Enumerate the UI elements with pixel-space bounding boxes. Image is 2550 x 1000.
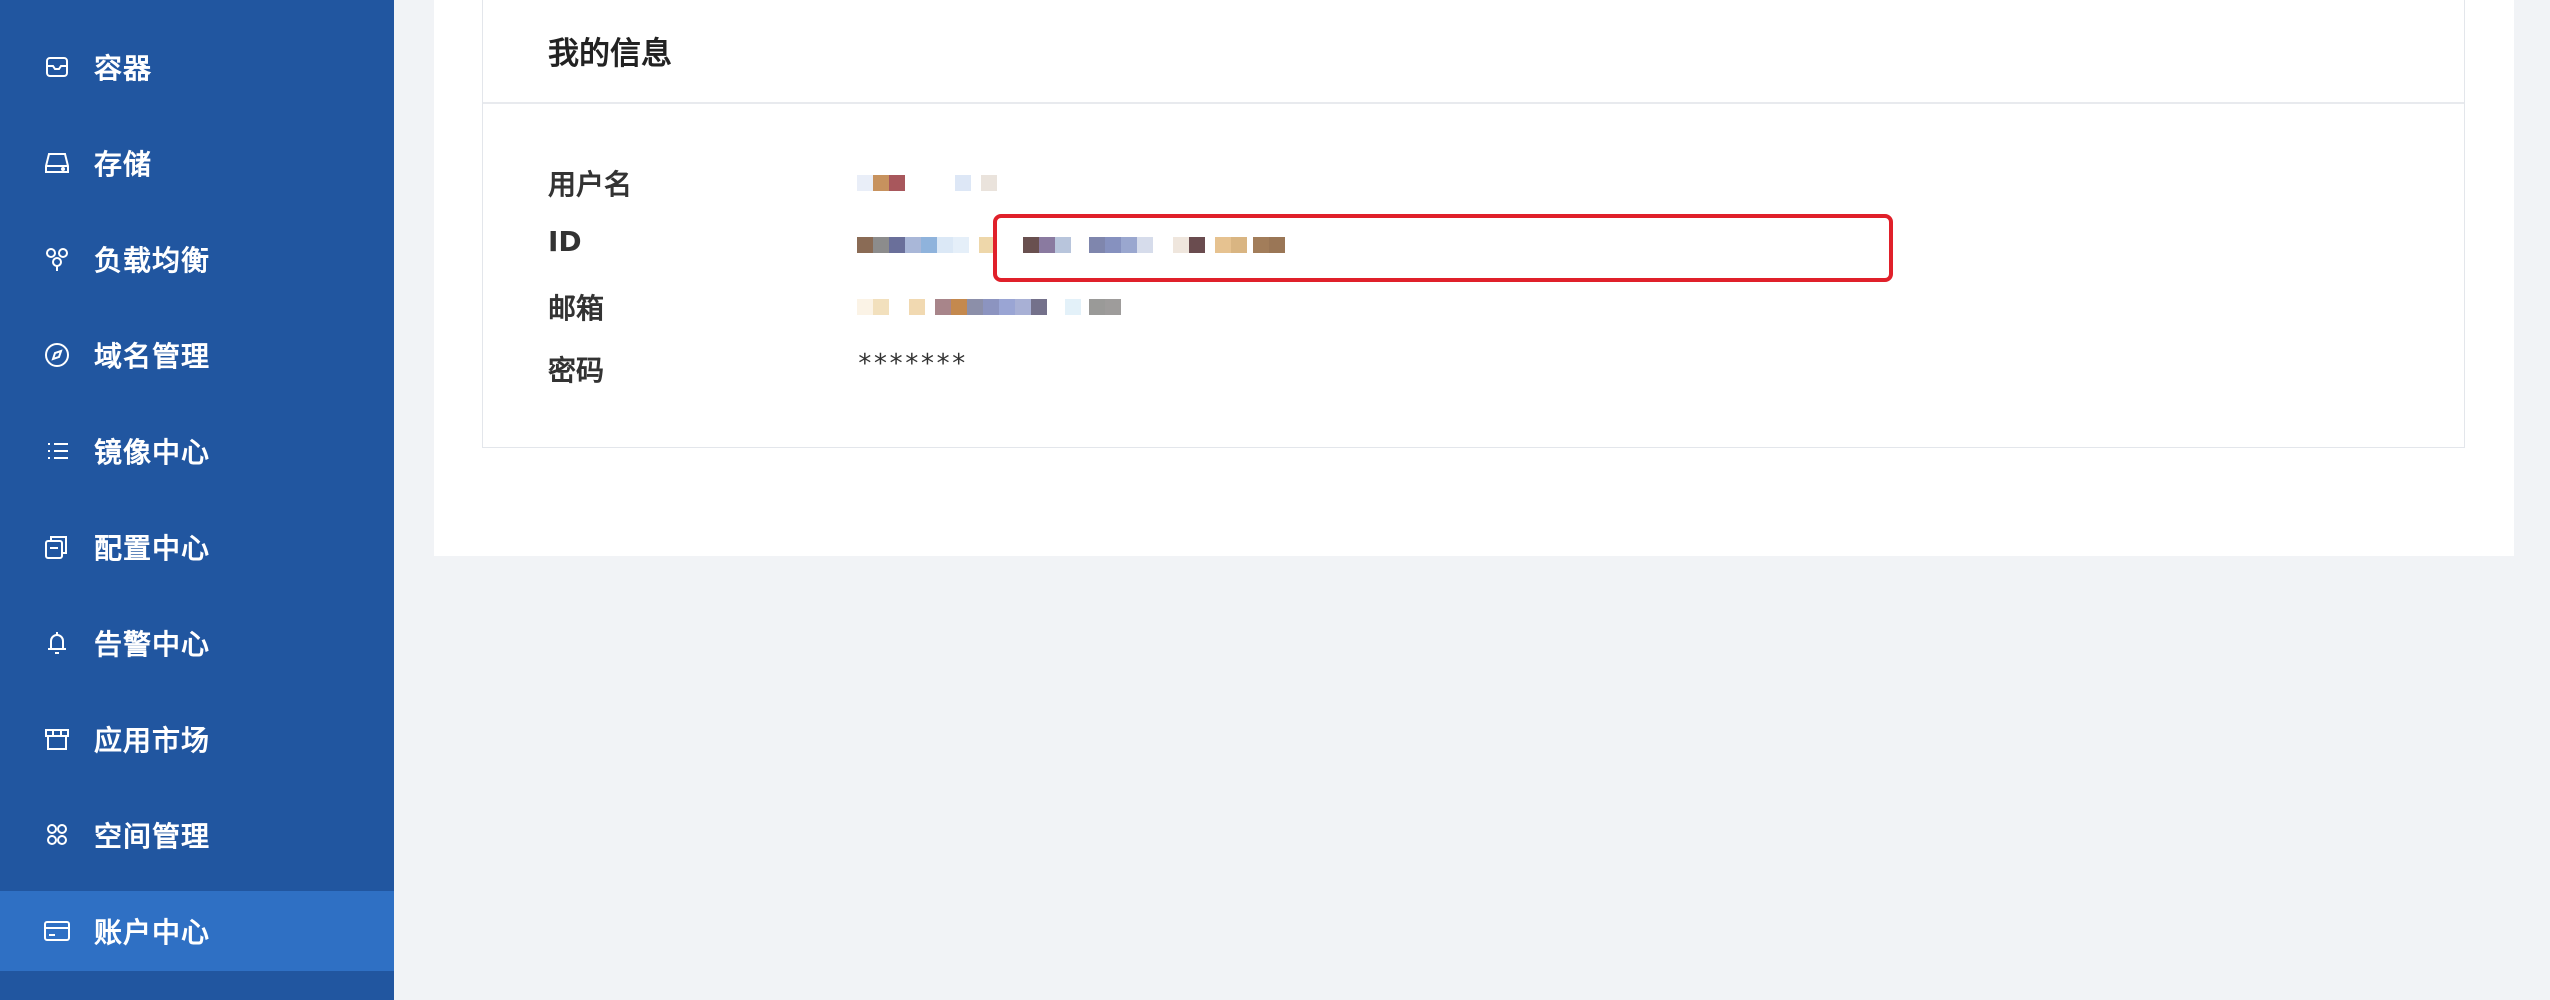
sidebar-item-label: 存储 <box>94 148 153 181</box>
sidebar-item-spaces[interactable]: 空间管理 <box>0 795 394 875</box>
page-title: 我的信息 <box>548 36 672 72</box>
username-label: 用户名 <box>548 168 633 201</box>
config-icon <box>40 530 74 564</box>
sidebar-item-label: 域名管理 <box>94 340 211 373</box>
id-highlight-box <box>993 214 1893 282</box>
storage-icon <box>40 146 74 180</box>
container-icon <box>40 50 74 84</box>
card-icon <box>40 914 74 948</box>
sidebar-item-label: 配置中心 <box>94 532 211 565</box>
sidebar-item-label: 空间管理 <box>94 820 211 853</box>
username-row: 用户名 <box>483 155 2464 211</box>
list-icon <box>40 434 74 468</box>
password-label: 密码 <box>548 354 605 387</box>
email-row: 邮箱 <box>483 279 2464 335</box>
password-row: 密码 ******* <box>483 341 2464 397</box>
sidebar-item-storage[interactable]: 存储 <box>0 123 394 203</box>
sidebar-item-domain[interactable]: 域名管理 <box>0 315 394 395</box>
sidebar-item-market[interactable]: 应用市场 <box>0 699 394 779</box>
card-header: 我的信息 <box>483 0 2464 104</box>
account-info-card: 我的信息 用户名 ID 邮箱 密码 ******* <box>482 0 2465 448</box>
sidebar-item-load-balancer[interactable]: 负载均衡 <box>0 219 394 299</box>
sidebar-item-label: 镜像中心 <box>94 436 211 469</box>
id-label: ID <box>548 225 582 258</box>
email-value-redacted <box>857 287 1121 327</box>
sidebar-item-images[interactable]: 镜像中心 <box>0 411 394 491</box>
email-label: 邮箱 <box>548 292 605 325</box>
sidebar-item-account[interactable]: 账户中心 <box>0 891 394 971</box>
compass-icon <box>40 338 74 372</box>
sidebar-item-containers[interactable]: 容器 <box>0 27 394 107</box>
sidebar-item-label: 告警中心 <box>94 628 211 661</box>
main-panel: 我的信息 用户名 ID 邮箱 密码 ******* <box>434 0 2514 556</box>
load-balancer-icon <box>40 242 74 276</box>
sidebar-item-label: 容器 <box>94 52 153 85</box>
sidebar-item-label: 负载均衡 <box>94 244 211 277</box>
sidebar-item-config[interactable]: 配置中心 <box>0 507 394 587</box>
sidebar: 容器 存储 负载均衡 域名管理 镜像中心 配置中心 告警中心 应用市场 空间管理… <box>0 0 394 1000</box>
store-icon <box>40 722 74 756</box>
bell-icon <box>40 626 74 660</box>
sidebar-item-label: 账户中心 <box>94 916 211 949</box>
password-value: ******* <box>857 349 967 379</box>
space-icon <box>40 818 74 852</box>
sidebar-item-alerts[interactable]: 告警中心 <box>0 603 394 683</box>
sidebar-item-label: 应用市场 <box>94 724 211 757</box>
username-value-redacted <box>857 163 997 203</box>
